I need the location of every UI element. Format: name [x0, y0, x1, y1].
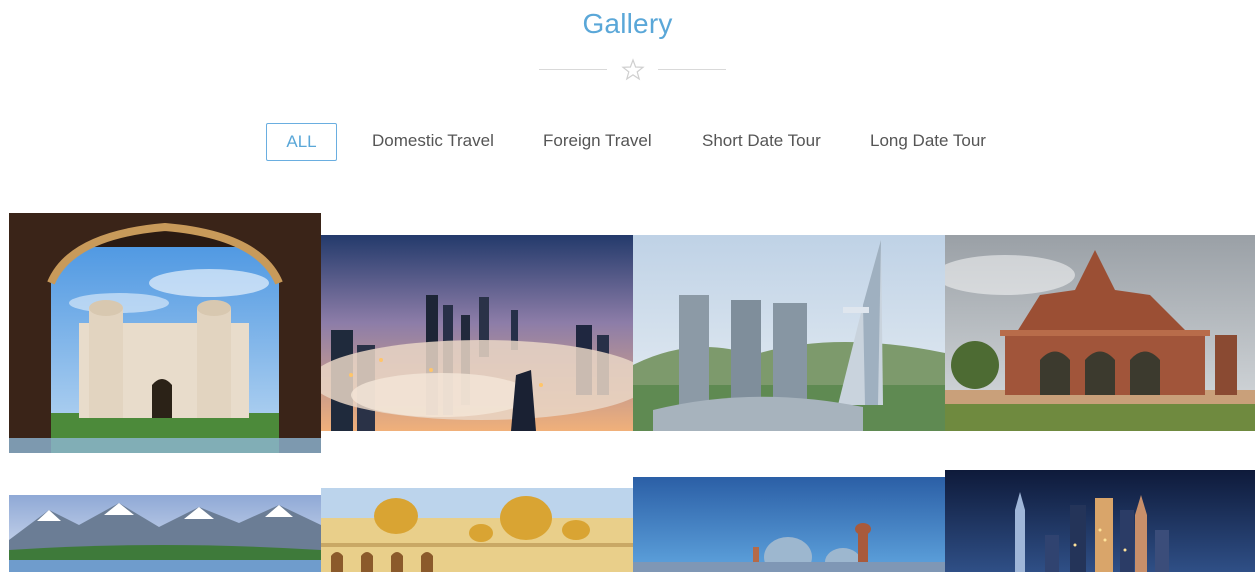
gallery-image-towers[interactable] — [633, 235, 945, 431]
filter-foreign-travel[interactable]: Foreign Travel — [543, 123, 652, 159]
star-icon — [621, 58, 645, 81]
filter-long-date-tour[interactable]: Long Date Tour — [870, 123, 986, 159]
filter-all[interactable]: ALL — [266, 123, 337, 161]
gallery-title: Gallery — [582, 8, 673, 39]
gallery-image-pavilion[interactable] — [945, 235, 1255, 431]
gallery-image-mountains[interactable] — [9, 495, 321, 572]
gallery-image-fort[interactable] — [9, 213, 321, 453]
title-divider — [0, 58, 1255, 82]
divider-line-right — [658, 69, 726, 70]
gallery-image-night-skyline[interactable] — [945, 470, 1255, 572]
gallery-image-fog-city[interactable] — [321, 235, 633, 431]
filter-short-date-tour[interactable]: Short Date Tour — [702, 123, 821, 159]
filter-bar: ALL Domestic Travel Foreign Travel Short… — [0, 123, 1255, 161]
gallery-image-mosque[interactable] — [633, 477, 945, 572]
gallery-image-palace[interactable] — [321, 488, 633, 572]
filter-domestic-travel[interactable]: Domestic Travel — [372, 123, 494, 159]
divider-line-left — [539, 69, 607, 70]
